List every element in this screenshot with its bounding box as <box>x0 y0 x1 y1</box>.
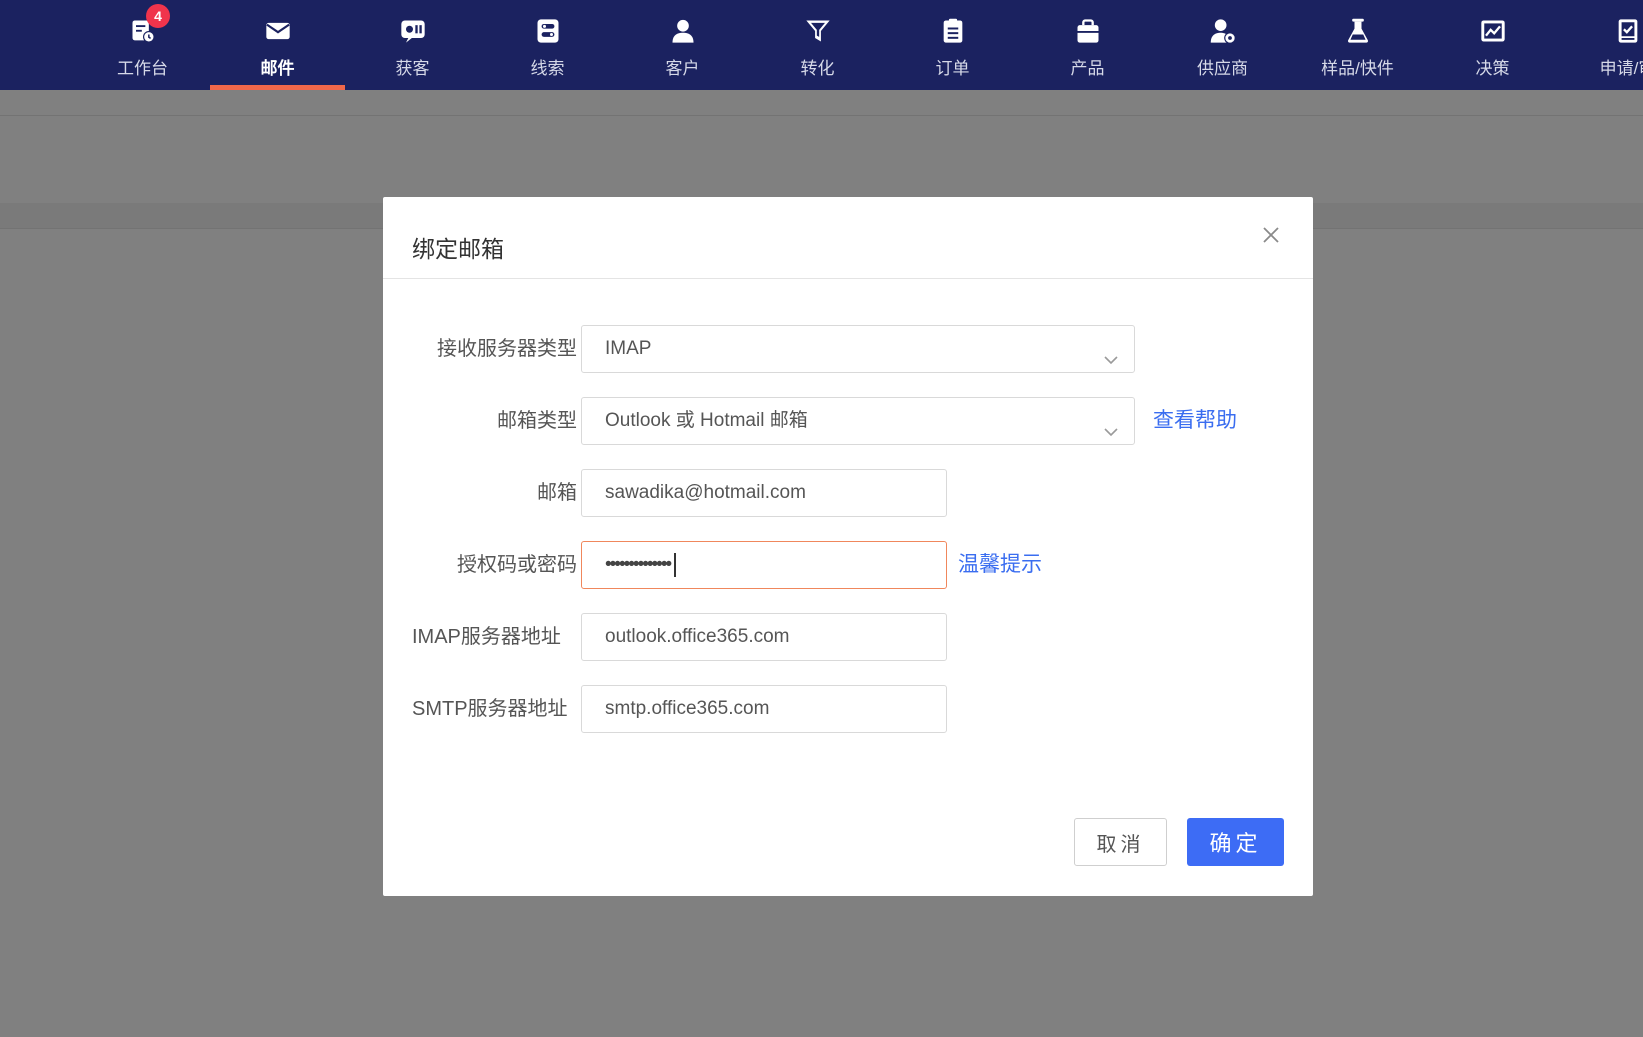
acquire-icon <box>398 16 428 46</box>
nav-item-workbench[interactable]: 4 工作台 <box>75 0 210 90</box>
nav-label: 申请/审 <box>1599 58 1643 78</box>
nav-item-supplier[interactable]: 供应商 <box>1155 0 1290 90</box>
page: 4 工作台 邮件 获客 线索 客户 转化 订单 产品 供应商 样品/快件 决策 … <box>0 0 1643 1037</box>
nav-item-mail[interactable]: 邮件 <box>210 0 345 90</box>
nav-item-leads[interactable]: 线索 <box>480 0 615 90</box>
close-button[interactable] <box>1257 221 1285 249</box>
nav-item-sample[interactable]: 样品/快件 <box>1290 0 1425 90</box>
sample-icon <box>1343 16 1373 46</box>
cancel-button[interactable]: 取消 <box>1074 818 1167 866</box>
confirm-button[interactable]: 确定 <box>1187 818 1284 866</box>
nav-label: 供应商 <box>1197 58 1248 78</box>
customer-icon <box>668 16 698 46</box>
approval-icon <box>1613 16 1643 46</box>
mailbox-type-label: 邮箱类型 <box>497 410 577 432</box>
nav-item-convert[interactable]: 转化 <box>750 0 885 90</box>
nav-item-decision[interactable]: 决策 <box>1425 0 1560 90</box>
top-nav: 4 工作台 邮件 获客 线索 客户 转化 订单 产品 供应商 样品/快件 决策 … <box>0 0 1643 90</box>
text-caret <box>674 552 676 577</box>
tips-link[interactable]: 温馨提示 <box>958 541 1042 589</box>
nav-label: 邮件 <box>260 58 295 78</box>
email-row: 邮箱 sawadika@hotmail.com <box>383 469 1313 517</box>
server-type-label: 接收服务器类型 <box>437 338 577 360</box>
password-field[interactable]: •••••••••••••• <box>581 541 947 589</box>
smtp-server-value: smtp.office365.com <box>605 698 770 719</box>
server-type-row: 接收服务器类型 IMAP <box>383 325 1313 373</box>
nav-item-order[interactable]: 订单 <box>885 0 1020 90</box>
chevron-down-icon <box>1102 413 1120 437</box>
nav-label: 转化 <box>800 58 835 78</box>
email-field[interactable]: sawadika@hotmail.com <box>581 469 947 517</box>
bind-mailbox-dialog: 绑定邮箱 接收服务器类型 IMAP 邮箱类型 Outlook 或 Hotmail… <box>383 197 1313 896</box>
mailbox-type-value: Outlook 或 Hotmail 邮箱 <box>605 410 808 431</box>
email-value: sawadika@hotmail.com <box>605 482 806 503</box>
nav-item-customer[interactable]: 客户 <box>615 0 750 90</box>
order-icon <box>938 16 968 46</box>
smtp-server-field[interactable]: smtp.office365.com <box>581 685 947 733</box>
supplier-icon <box>1208 16 1238 46</box>
view-help-link[interactable]: 查看帮助 <box>1153 397 1237 445</box>
nav-label: 线索 <box>530 58 565 78</box>
nav-label: 产品 <box>1070 58 1105 78</box>
email-label: 邮箱 <box>537 482 577 504</box>
nav-label: 获客 <box>395 58 430 78</box>
nav-label: 样品/快件 <box>1321 58 1394 78</box>
nav-label: 决策 <box>1475 58 1510 78</box>
dialog-header: 绑定邮箱 <box>383 197 1313 279</box>
smtp-row: SMTP服务器地址 smtp.office365.com <box>383 685 1313 733</box>
mailbox-type-row: 邮箱类型 Outlook 或 Hotmail 邮箱 查看帮助 <box>383 397 1313 445</box>
imap-label: IMAP服务器地址 <box>412 626 561 648</box>
server-type-value: IMAP <box>605 338 652 359</box>
nav-label: 客户 <box>665 58 700 78</box>
close-icon <box>1263 227 1279 243</box>
password-row: 授权码或密码 •••••••••••••• 温馨提示 <box>383 541 1313 589</box>
smtp-label: SMTP服务器地址 <box>412 698 568 720</box>
product-icon <box>1073 16 1103 46</box>
chevron-down-icon <box>1102 341 1120 365</box>
dialog-title: 绑定邮箱 <box>412 236 504 262</box>
password-value: •••••••••••••• <box>605 554 672 575</box>
nav-item-acquire[interactable]: 获客 <box>345 0 480 90</box>
nav-label: 工作台 <box>117 58 168 78</box>
imap-row: IMAP服务器地址 outlook.office365.com <box>383 613 1313 661</box>
notification-badge: 4 <box>146 4 170 28</box>
funnel-icon <box>803 16 833 46</box>
password-label: 授权码或密码 <box>457 554 577 576</box>
nav-item-approval[interactable]: 申请/审 <box>1560 0 1643 90</box>
chart-icon <box>1478 16 1508 46</box>
divider <box>0 115 1643 116</box>
imap-server-value: outlook.office365.com <box>605 626 790 647</box>
imap-server-field[interactable]: outlook.office365.com <box>581 613 947 661</box>
mailbox-type-select[interactable]: Outlook 或 Hotmail 邮箱 <box>581 397 1135 445</box>
mail-icon <box>263 16 293 46</box>
nav-label: 订单 <box>935 58 970 78</box>
server-type-select[interactable]: IMAP <box>581 325 1135 373</box>
leads-icon <box>533 16 563 46</box>
nav-item-product[interactable]: 产品 <box>1020 0 1155 90</box>
